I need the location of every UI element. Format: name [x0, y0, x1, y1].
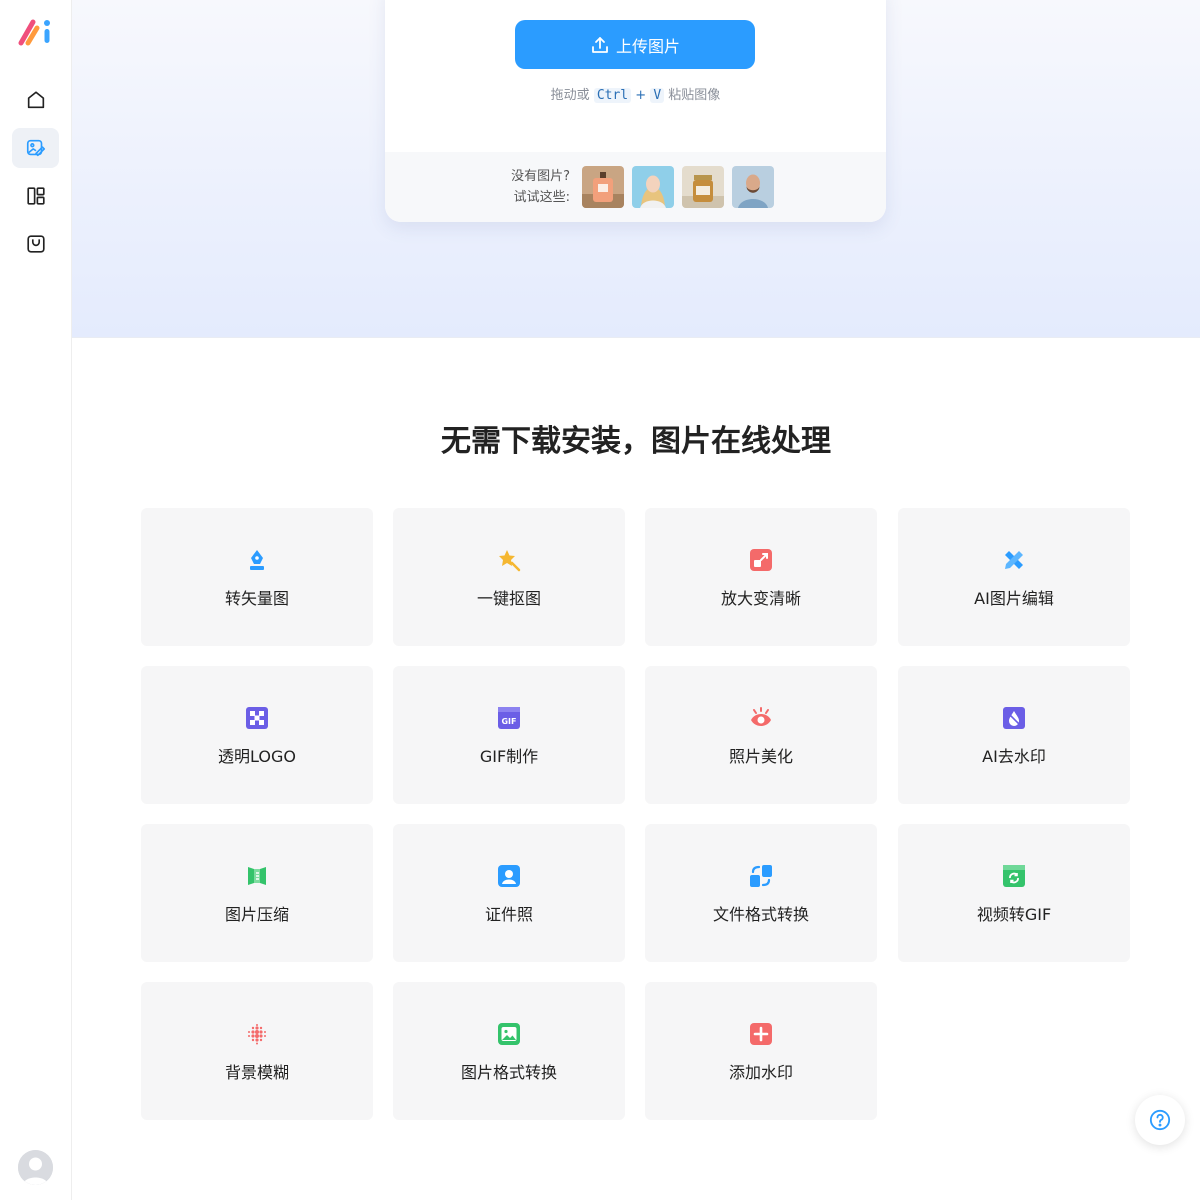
sample-label: 没有图片? 试试这些: — [480, 166, 570, 208]
hint-prefix: 拖动或 — [550, 88, 590, 103]
tool-label: AI图片编辑 — [974, 589, 1054, 608]
hint-suffix: 粘贴图像 — [668, 88, 721, 103]
sample-woman-portrait[interactable] — [632, 166, 674, 208]
perfume-bottle-photo-icon — [582, 166, 624, 208]
expand-icon — [750, 549, 772, 571]
man-portrait-photo-icon — [732, 166, 774, 208]
magic-star-icon — [499, 550, 521, 572]
v-key: V — [650, 88, 665, 103]
compress-icon — [248, 867, 266, 885]
upload-button-label: 上传图片 — [615, 36, 680, 56]
sidebar — [0, 0, 72, 1200]
sample-jar[interactable] — [682, 166, 724, 208]
brand-logo-icon[interactable] — [18, 16, 54, 48]
tool-label: 证件照 — [484, 905, 533, 924]
jar-product-photo-icon — [682, 166, 724, 208]
tool-label: 一键抠图 — [476, 589, 541, 608]
tool-label: 视频转GIF — [976, 905, 1052, 924]
tool-card-beautify[interactable]: 照片美化 — [645, 666, 877, 804]
image-icon — [498, 1023, 520, 1045]
upload-button[interactable]: 上传图片 — [515, 20, 755, 69]
sample-perfume[interactable] — [582, 166, 624, 208]
checker-icon — [246, 707, 268, 729]
id-photo-icon — [498, 865, 520, 887]
tool-card-ai-edit[interactable]: AI图片编辑 — [898, 508, 1130, 646]
eye-icon — [751, 707, 771, 726]
plus-square-icon — [750, 1023, 772, 1045]
sample-images-bar: 没有图片? 试试这些: — [385, 152, 886, 222]
tool-card-background-blur[interactable]: 背景模糊 — [141, 982, 373, 1120]
tool-card-video-to-gif[interactable]: 视频转GIF — [898, 824, 1130, 962]
hint-plus: + — [635, 88, 647, 103]
gif-icon: GIF — [498, 707, 520, 729]
ctrl-key: Ctrl — [593, 88, 632, 103]
sidebar-item-layout[interactable] — [12, 176, 59, 216]
section-title: 无需下载安装，图片在线处理 — [441, 424, 831, 459]
tool-card-upscale[interactable]: 放大变清晰 — [645, 508, 877, 646]
tool-card-add-watermark[interactable]: 添加水印 — [645, 982, 877, 1120]
avatar[interactable] — [18, 1150, 53, 1185]
help-button[interactable] — [1135, 1095, 1185, 1145]
layout-icon — [26, 187, 45, 205]
tool-card-vector[interactable]: 转矢量图 — [141, 508, 373, 646]
sample-label-line2: 试试这些: — [513, 190, 570, 205]
tool-card-gif-maker[interactable]: GIF GIF制作 — [393, 666, 625, 804]
sample-man-portrait[interactable] — [732, 166, 774, 208]
upload-icon — [592, 36, 608, 53]
tool-label: 文件格式转换 — [712, 905, 809, 924]
sidebar-item-bag[interactable] — [12, 224, 59, 264]
bag-icon — [26, 235, 45, 253]
tool-label: 照片美化 — [728, 747, 793, 766]
tool-label: 背景模糊 — [224, 1063, 289, 1082]
tool-label: AI去水印 — [982, 747, 1046, 766]
file-convert-icon — [750, 865, 772, 887]
user-avatar-icon — [18, 1150, 53, 1185]
tool-label: 转矢量图 — [224, 589, 289, 608]
tool-label: 添加水印 — [728, 1063, 793, 1082]
tool-label: 放大变清晰 — [720, 589, 801, 608]
video-convert-icon — [1003, 865, 1025, 887]
tool-label: GIF制作 — [479, 747, 539, 766]
tool-card-transparent-logo[interactable]: 透明LOGO — [141, 666, 373, 804]
sidebar-item-image-edit[interactable] — [12, 128, 59, 168]
tool-card-cutout[interactable]: 一键抠图 — [393, 508, 625, 646]
tool-card-id-photo[interactable]: 证件照 — [393, 824, 625, 962]
tool-card-ai-remove-watermark[interactable]: AI去水印 — [898, 666, 1130, 804]
woman-portrait-photo-icon — [632, 166, 674, 208]
tool-label: 透明LOGO — [218, 747, 296, 766]
pencil-ruler-icon — [1005, 551, 1023, 569]
sample-label-line1: 没有图片? — [511, 169, 570, 184]
home-icon — [27, 91, 44, 109]
upload-card: 上传图片 拖动或 Ctrl + V 粘贴图像 没有图片? 试试这些: — [385, 0, 886, 222]
image-edit-icon — [26, 139, 45, 157]
tool-card-file-convert[interactable]: 文件格式转换 — [645, 824, 877, 962]
paste-hint: 拖动或 Ctrl + V 粘贴图像 — [385, 84, 886, 103]
watermark-drop-icon — [1003, 707, 1025, 729]
sidebar-item-home[interactable] — [12, 80, 59, 120]
help-icon — [1149, 1109, 1171, 1131]
tool-label: 图片压缩 — [224, 905, 289, 924]
hero-banner: 上传图片 拖动或 Ctrl + V 粘贴图像 没有图片? 试试这些: — [72, 0, 1200, 338]
blur-dots-icon — [248, 1024, 266, 1045]
tool-card-image-format[interactable]: 图片格式转换 — [393, 982, 625, 1120]
tool-card-compress[interactable]: 图片压缩 — [141, 824, 373, 962]
svg-text:GIF: GIF — [501, 717, 516, 726]
pen-nib-icon — [250, 550, 264, 570]
tool-label: 图片格式转换 — [460, 1063, 557, 1082]
